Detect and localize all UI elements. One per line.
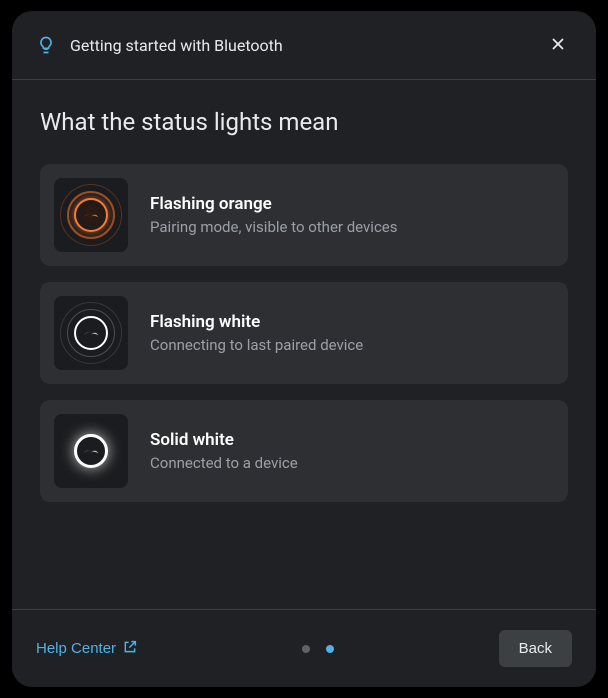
status-item-solid-white: Solid white Connected to a device	[40, 400, 568, 502]
page-heading: What the status lights mean	[40, 108, 568, 136]
status-swatch-orange	[54, 178, 128, 252]
status-title: Flashing orange	[150, 194, 398, 214]
dialog-card: Getting started with Bluetooth What the …	[12, 11, 596, 687]
back-button[interactable]: Back	[499, 630, 572, 667]
dialog-footer: Help Center Back	[12, 609, 596, 687]
lightbulb-icon	[36, 35, 56, 55]
status-title: Solid white	[150, 430, 298, 450]
status-item-flashing-orange: Flashing orange Pairing mode, visible to…	[40, 164, 568, 266]
pager-dot-active[interactable]	[326, 645, 334, 653]
help-center-link[interactable]: Help Center	[36, 639, 138, 659]
stadia-icon	[83, 443, 99, 459]
dialog-body: What the status lights mean Flashing ora…	[12, 80, 596, 609]
stadia-icon	[83, 325, 99, 341]
pager-dot[interactable]	[302, 645, 310, 653]
status-swatch-white-flash	[54, 296, 128, 370]
page-indicator	[146, 645, 491, 653]
status-desc: Connecting to last paired device	[150, 336, 363, 354]
dialog-header: Getting started with Bluetooth	[12, 11, 596, 80]
help-center-label: Help Center	[36, 640, 116, 657]
status-title: Flashing white	[150, 312, 363, 332]
close-icon	[549, 35, 567, 56]
status-list: Flashing orange Pairing mode, visible to…	[40, 164, 568, 502]
status-swatch-white-solid	[54, 414, 128, 488]
stadia-icon	[83, 207, 99, 223]
status-item-flashing-white: Flashing white Connecting to last paired…	[40, 282, 568, 384]
external-link-icon	[122, 639, 138, 659]
status-desc: Connected to a device	[150, 454, 298, 472]
dialog-title: Getting started with Bluetooth	[70, 36, 530, 55]
close-button[interactable]	[544, 31, 572, 59]
status-desc: Pairing mode, visible to other devices	[150, 218, 398, 236]
